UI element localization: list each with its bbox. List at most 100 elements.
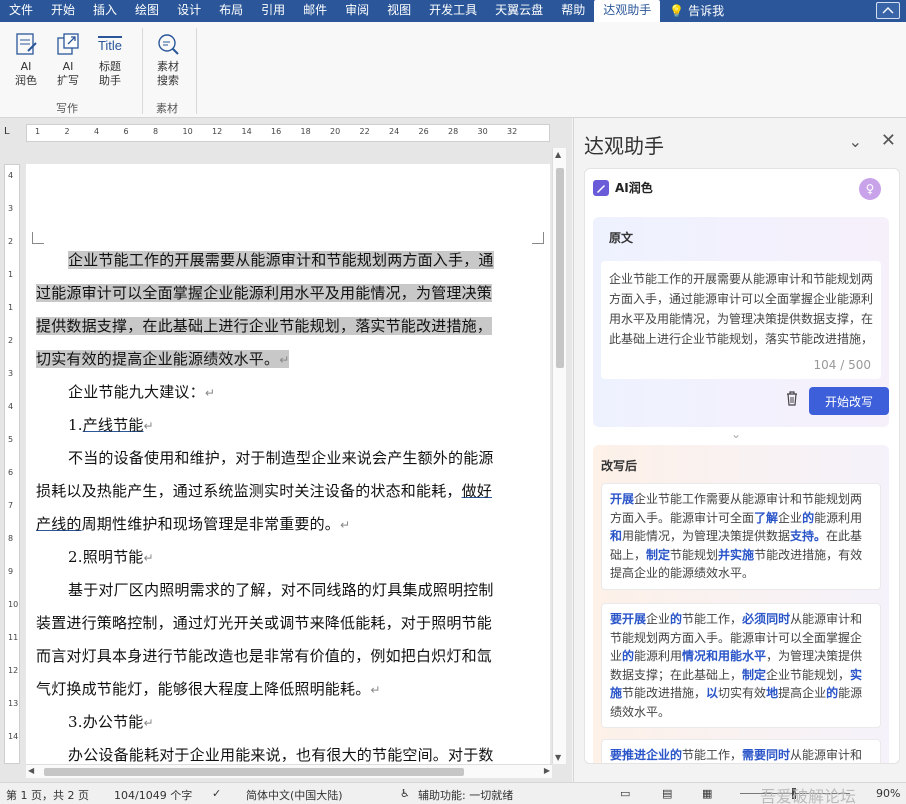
paragraph-intro[interactable]: 企业节能工作的开展需要从能源审计和节能规划两方面入手，通 过能源审计可以全面掌握…	[36, 244, 532, 377]
changed-text: 和	[610, 529, 623, 543]
menu-tab[interactable]: 视图	[378, 0, 420, 22]
ruler-tick-label: 28	[448, 127, 459, 136]
horizontal-scrollbar[interactable]: ◀ ▶	[26, 764, 552, 778]
menu-tab[interactable]: 帮助	[552, 0, 594, 22]
read-mode-icon[interactable]: ▤	[662, 787, 672, 800]
ai-polish-icon	[12, 30, 40, 58]
ruler-tick-label: 16	[271, 127, 282, 136]
page-count[interactable]: 第 1 页，共 2 页	[6, 787, 89, 803]
ai-polish-panel: AI润色 ♀ 原文 企业节能工作的开展需要从能源审计和节能规划两方面入手，通过能…	[584, 168, 900, 764]
scroll-left-arrow[interactable]: ◀	[28, 766, 34, 775]
ruler-tick-label: 4	[8, 171, 14, 180]
menu-tab[interactable]: 设计	[168, 0, 210, 22]
menu-tab[interactable]: 引用	[252, 0, 294, 22]
changed-text: 必须同时	[742, 612, 791, 626]
menu-tab[interactable]: 文件	[0, 0, 42, 22]
scroll-down-arrow[interactable]: ▼	[555, 753, 561, 762]
ai-polish-button[interactable]: AI 润色	[6, 30, 46, 88]
language[interactable]: 简体中文(中国大陆)	[246, 787, 343, 803]
scroll-up-arrow[interactable]: ▲	[555, 150, 561, 159]
heading-lighting[interactable]: 2.照明节能↵	[36, 541, 532, 575]
rewrite-text: 切实有效	[718, 686, 767, 700]
vertical-ruler[interactable]: 4321123456789101112131415	[4, 164, 20, 764]
close-icon[interactable]: ✕	[881, 130, 896, 151]
scroll-right-arrow[interactable]: ▶	[544, 766, 550, 775]
menu-tab[interactable]: 邮件	[294, 0, 336, 22]
menu-tab[interactable]: 插入	[84, 0, 126, 22]
original-text-input[interactable]: 企业节能工作的开展需要从能源审计和节能规划两方面入手，通过能源审计可以全面掌握企…	[601, 261, 881, 379]
rewrite-text: 能源利用	[634, 649, 683, 663]
rewrite-option-2[interactable]: 要开展企业的节能工作，必须同时从能源审计和节能规划两方面入手。能源审计可以全面掌…	[601, 603, 881, 728]
material-search-label-2: 搜索	[157, 74, 179, 87]
tell-me-search[interactable]: 💡 告诉我	[660, 0, 733, 22]
chevron-down-icon[interactable]: ⌄	[849, 132, 862, 151]
rewrite-text: 用能情况，为管理决策提供数据	[622, 529, 791, 543]
selected-line: 过能源审计可以全面掌握企业能源利用水平及用能情况，为管理决策	[36, 284, 493, 302]
trash-icon[interactable]	[785, 391, 799, 410]
selected-line: 切实有效的提高企业能源绩效水平。↵	[36, 350, 290, 368]
paragraph-suggestions[interactable]: 企业节能九大建议：↵	[36, 376, 532, 410]
ruler-tick-label: 24	[389, 127, 400, 136]
material-search-label-1: 素材	[157, 60, 179, 73]
rewrite-option-1[interactable]: 开展企业节能工作需要从能源审计和节能规划两方面入手。能源审计可全面了解企业的能源…	[601, 483, 881, 590]
rewrite-text: 节能工作，	[682, 748, 743, 762]
rewrite-text: 能源利用	[814, 510, 863, 525]
ruler-tick-label: 26	[418, 127, 429, 136]
chevron-down-icon[interactable]: ⌄	[731, 427, 741, 441]
zoom-level[interactable]: 90%	[876, 787, 900, 800]
margin-mark	[532, 232, 544, 244]
assistant-pane: 达观助手 ⌄ ✕ AI润色 ♀ 原文 企业节能工作的开展需要从能源审计和节能规划…	[573, 118, 906, 782]
tab-selector[interactable]: L	[4, 126, 18, 140]
rewrite-option-3[interactable]: 要推进企业的节能工作，需要同时从能源审计和节	[601, 739, 881, 763]
avatar[interactable]: ♀	[859, 178, 881, 200]
ruler-tick-label: 4	[94, 127, 100, 136]
ai-polish-label-2: 润色	[15, 74, 37, 87]
share-button[interactable]	[876, 2, 900, 19]
changed-text: 要推进企业的	[610, 748, 683, 762]
proofing-icon[interactable]: ✓	[212, 787, 221, 800]
paragraph-production[interactable]: 不当的设备使用和维护，对于制造型企业来说会产生额外的能源 损耗以及热能产生，通过…	[36, 442, 532, 542]
title-helper-label-1: 标题	[99, 60, 121, 73]
menu-tab[interactable]: 布局	[210, 0, 252, 22]
paragraph-lighting[interactable]: 基于对厂区内照明需求的了解，对不同线路的灯具集成照明控制 装置进行策略控制，通过…	[36, 574, 532, 707]
ruler-tick-label: 8	[153, 127, 159, 136]
accessibility-status[interactable]: 辅助功能: 一切就绪	[418, 787, 513, 803]
menu-tab[interactable]: 审阅	[336, 0, 378, 22]
ruler-tick-label: 18	[300, 127, 311, 136]
ai-pen-icon	[593, 179, 609, 196]
menu-tab[interactable]: 绘图	[126, 0, 168, 22]
status-bar: 第 1 页，共 2 页 104/1049 个字 ✓ 简体中文(中国大陆) ♿ 辅…	[0, 782, 906, 804]
document-page[interactable]: 企业节能工作的开展需要从能源审计和节能规划两方面入手，通 过能源审计可以全面掌握…	[26, 164, 550, 770]
material-search-button[interactable]: 素材 搜索	[148, 30, 188, 88]
focus-icon[interactable]: ▭	[620, 787, 630, 800]
changed-text: 的	[826, 686, 839, 700]
ruler-tick-label: 4	[8, 402, 14, 411]
scroll-thumb[interactable]	[556, 168, 564, 368]
original-text: 企业节能工作的开展需要从能源审计和节能规划两方面入手，通过能源审计可以全面掌握企…	[609, 272, 873, 346]
start-rewrite-button[interactable]: 开始改写	[809, 387, 889, 415]
accessibility-icon[interactable]: ♿	[400, 787, 410, 800]
print-layout-icon[interactable]: ▦	[702, 787, 712, 800]
rewrite-text: 企业	[778, 510, 803, 525]
ruler-tick-label: 2	[8, 336, 14, 345]
ruler-tick-label: 6	[123, 127, 129, 136]
rewrite-text: 企业节能规划，	[766, 667, 851, 682]
scroll-thumb[interactable]	[44, 768, 464, 776]
rewrite-card: 改写后 开展企业节能工作需要从能源审计和节能规划两方面入手。能源审计可全面了解企…	[593, 445, 889, 763]
menu-tab[interactable]: 开发工具	[420, 0, 486, 22]
menu-tab[interactable]: 天翼云盘	[486, 0, 552, 22]
ai-expand-button[interactable]: AI 扩写	[48, 30, 88, 88]
heading-production-line[interactable]: 1.产线节能↵	[36, 409, 532, 443]
changed-text: 开展	[610, 492, 635, 506]
menu-tab[interactable]: 开始	[42, 0, 84, 22]
ruler-tick-label: 12	[212, 127, 223, 136]
vertical-scrollbar[interactable]: ▲ ▼	[552, 148, 566, 764]
menu-tab[interactable]: 达观助手	[594, 0, 661, 22]
title-helper-label-2: 助手	[99, 74, 121, 87]
word-count[interactable]: 104/1049 个字	[114, 787, 192, 803]
title-helper-button[interactable]: Title 标题 助手	[90, 30, 130, 88]
pane-title: 达观助手	[584, 134, 664, 158]
horizontal-ruler[interactable]: 1 2 4 6 8 10 12 14 16 18 20 22 24 26 28 30 32	[26, 124, 550, 142]
heading-office[interactable]: 3.办公节能↵	[36, 706, 532, 740]
ruler-tick-label: 3	[8, 204, 14, 213]
